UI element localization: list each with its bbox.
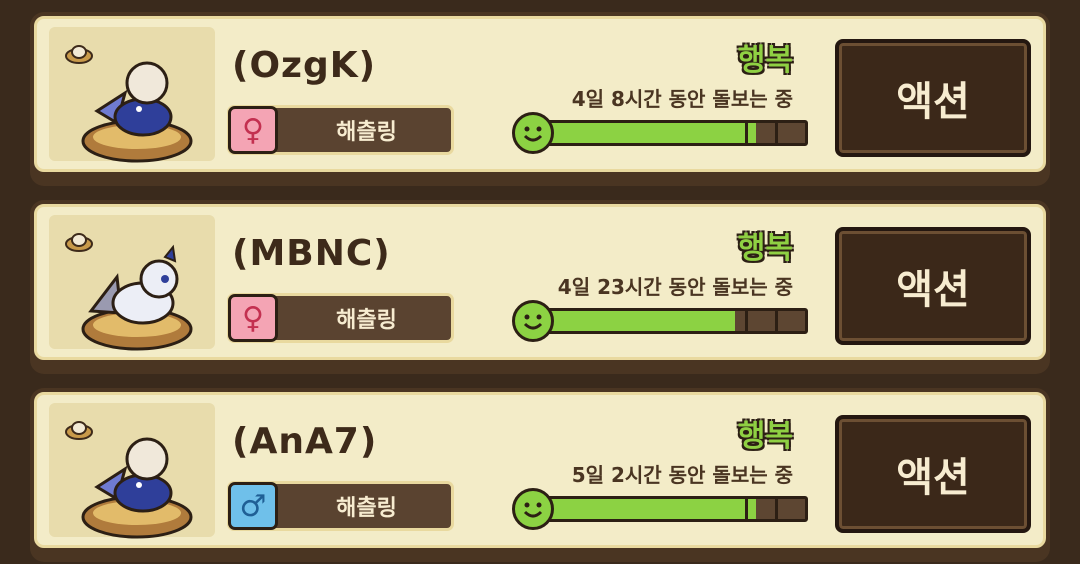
pet-name: (AnA7) (232, 421, 378, 462)
bar-divider (745, 123, 748, 143)
dragon-hatchling-icon (81, 244, 193, 351)
dragon-hatchling-icon (81, 437, 193, 539)
happiness-meter (512, 488, 810, 530)
action-button[interactable]: 액션 (835, 415, 1031, 533)
happiness-bar (532, 496, 808, 522)
happy-face-icon (512, 112, 554, 154)
care-duration-text: 4일 8시간 동안 돌보는 중 (571, 87, 793, 111)
growth-stage-label: 해츨링 (336, 308, 397, 333)
gender-stage-badge: ♂ 해츨링 (227, 481, 454, 531)
pet-card-panel: (AnA7) ♂ 해츨링 행복 5일 2시간 동안 돌보는 중 액션 (34, 392, 1046, 548)
happiness-bar-fill (535, 499, 757, 519)
female-symbol-icon: ♀ (228, 294, 278, 342)
pet-name: (OzgK) (232, 45, 377, 86)
mood-label: 행복 (737, 231, 793, 266)
pet-name: (MBNC) (232, 233, 391, 274)
pet-list: (OzgK) ♀ 해츨링 행복 4일 8시간 동안 돌보는 중 액션 (MBNC… (0, 0, 1080, 564)
happiness-meter (512, 300, 810, 342)
happy-face-icon (512, 488, 554, 530)
growth-stage-label: 해츨링 (336, 120, 397, 145)
pet-card-panel: (OzgK) ♀ 해츨링 행복 4일 8시간 동안 돌보는 중 액션 (34, 16, 1046, 172)
bar-divider (745, 499, 748, 519)
female-symbol-icon: ♀ (228, 106, 278, 154)
mood-label: 행복 (737, 43, 793, 78)
bar-divider (775, 123, 778, 143)
happiness-bar (532, 120, 808, 146)
pet-card: (AnA7) ♂ 해츨링 행복 5일 2시간 동안 돌보는 중 액션 (30, 388, 1050, 562)
bar-divider (775, 499, 778, 519)
gender-stage-badge: ♀ 해츨링 (227, 105, 454, 155)
bar-divider (745, 311, 748, 331)
male-symbol-icon: ♂ (228, 482, 278, 530)
happy-face-icon (512, 300, 554, 342)
mood-label: 행복 (737, 419, 793, 454)
pet-portrait[interactable] (49, 27, 215, 163)
pet-portrait[interactable] (49, 215, 215, 351)
happiness-bar (532, 308, 808, 334)
pet-portrait[interactable] (49, 403, 215, 539)
growth-stage-label: 해츨링 (336, 496, 397, 521)
happiness-bar-fill (535, 123, 757, 143)
happiness-bar-fill (535, 311, 735, 331)
dragon-hatchling-icon (81, 61, 193, 163)
action-button[interactable]: 액션 (835, 39, 1031, 157)
pet-card: (MBNC) ♀ 해츨링 행복 4일 23시간 동안 돌보는 중 액션 (30, 200, 1050, 374)
gender-stage-badge: ♀ 해츨링 (227, 293, 454, 343)
care-duration-text: 4일 23시간 동안 돌보는 중 (557, 275, 793, 299)
care-duration-text: 5일 2시간 동안 돌보는 중 (571, 463, 793, 487)
action-button[interactable]: 액션 (835, 227, 1031, 345)
pet-card: (OzgK) ♀ 해츨링 행복 4일 8시간 동안 돌보는 중 액션 (30, 12, 1050, 186)
happiness-meter (512, 112, 810, 154)
bar-divider (775, 311, 778, 331)
pet-card-panel: (MBNC) ♀ 해츨링 행복 4일 23시간 동안 돌보는 중 액션 (34, 204, 1046, 360)
